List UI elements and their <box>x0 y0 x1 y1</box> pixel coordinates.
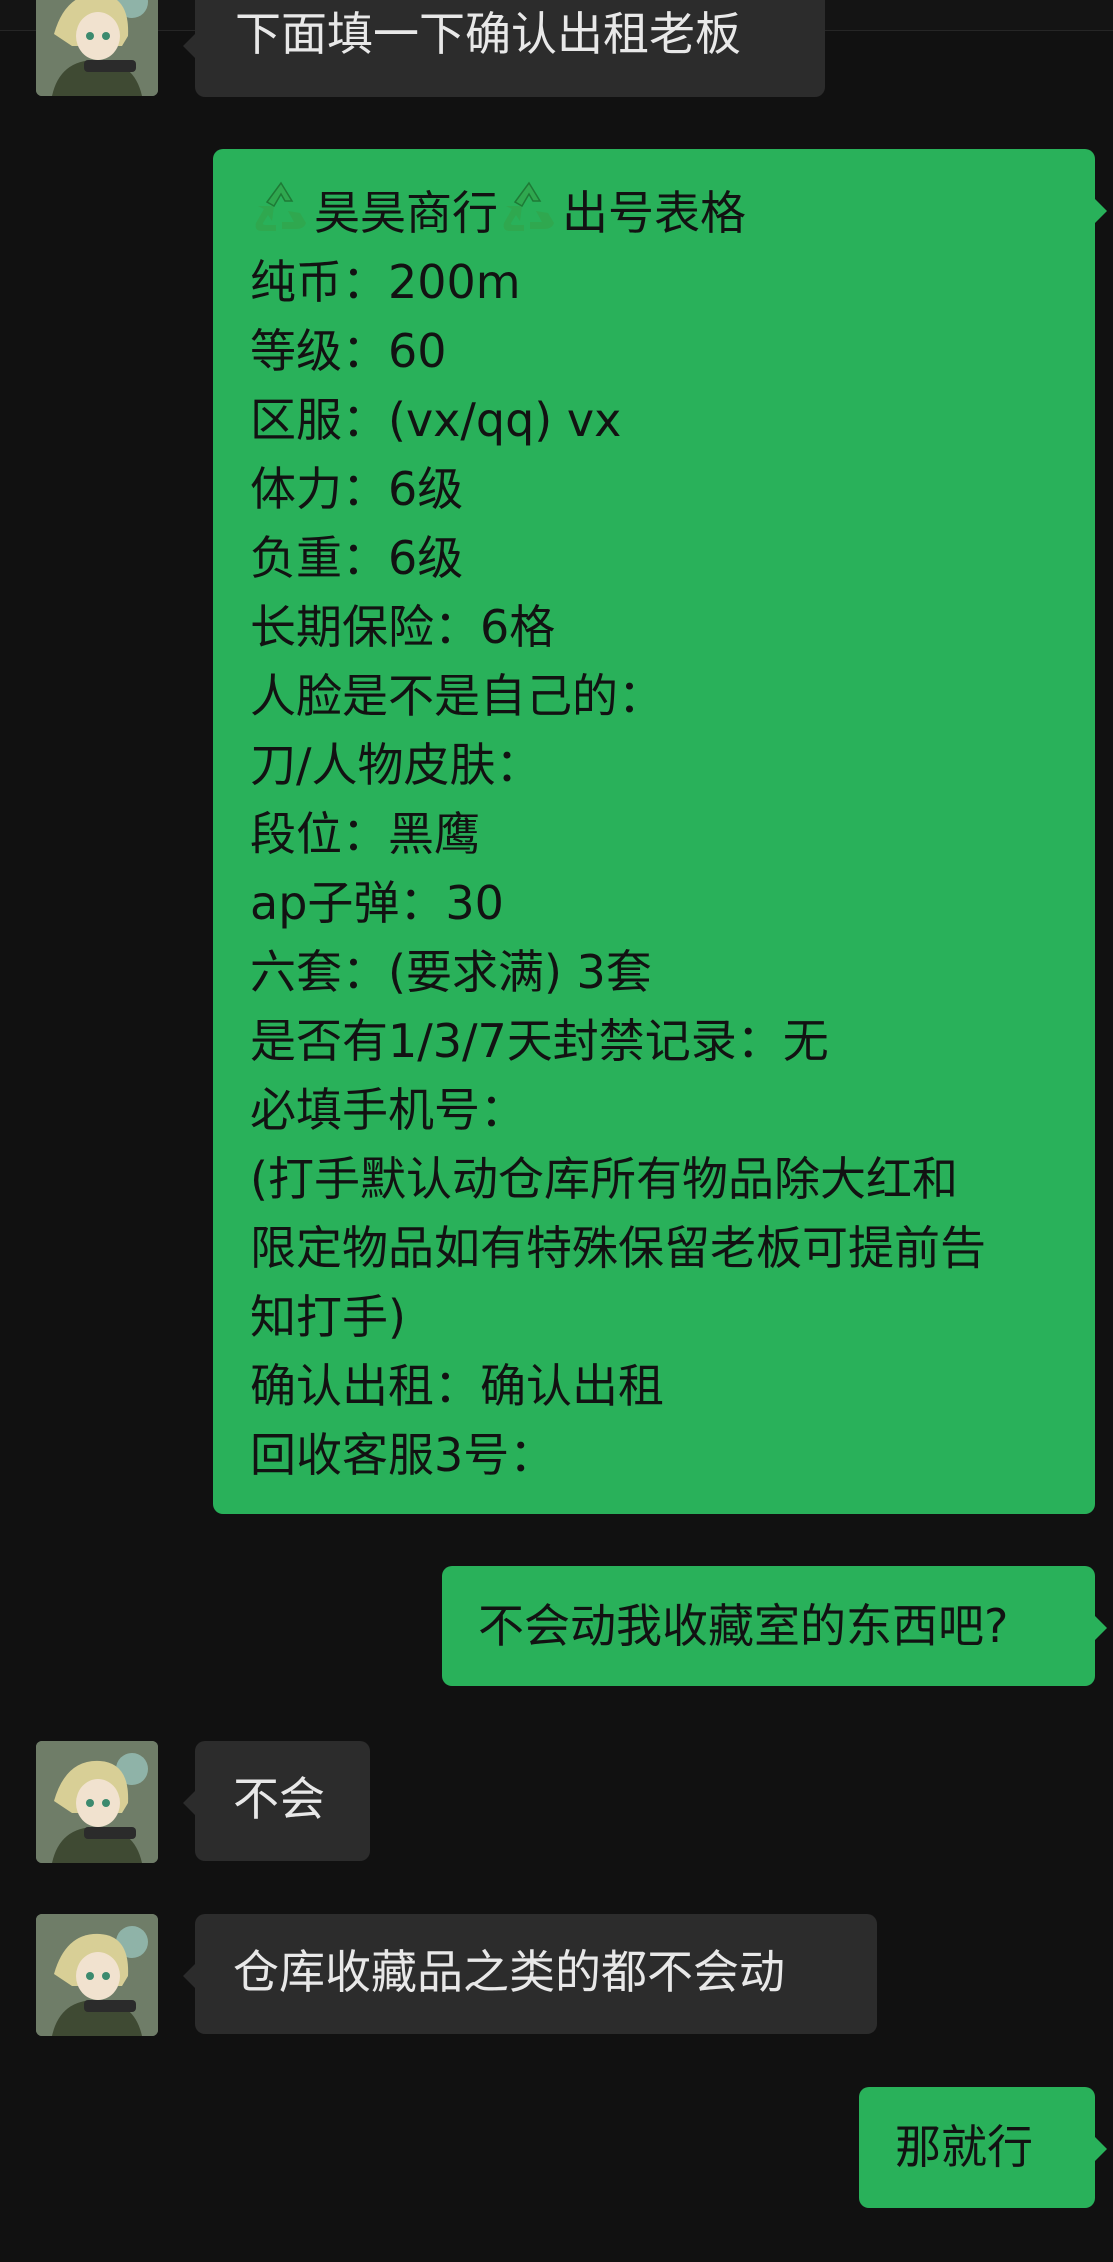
recycle-emoji-icon <box>255 181 306 231</box>
form-title-line: 昊昊商行 出号表格 <box>250 179 1095 248</box>
contact-avatar[interactable] <box>36 1741 158 1863</box>
form-line: 区服：(vx/qq) vx <box>250 393 622 447</box>
form-line: ap子弹：30 <box>250 876 504 930</box>
message-bubble-incoming[interactable]: 下面填一下确认出租老板 <box>183 0 825 97</box>
form-line: 是否有1/3/7天封禁记录：无 <box>250 1014 829 1068</box>
form-line: (打手默认动仓库所有物品除大红和 <box>250 1152 958 1206</box>
message-bubble-outgoing-form[interactable]: 昊昊商行 出号表格 纯币：200m 等级：60 区服：(vx/qq) vx 体力… <box>213 149 1107 1514</box>
form-line: 负重：6级 <box>250 531 464 585</box>
form-line: 刀/人物皮肤： <box>250 738 542 792</box>
form-line: 回收客服3号： <box>250 1428 556 1482</box>
form-title-part2: 出号表格 <box>562 186 746 240</box>
message-bubble-incoming[interactable]: 不会 <box>183 1741 370 1861</box>
form-line: 体力：6级 <box>250 462 464 516</box>
form-line: 确认出租：确认出租 <box>250 1359 664 1413</box>
message-text: 不会动我收藏室的东西吧? <box>478 1599 1009 1653</box>
form-line: 人脸是不是自己的： <box>250 669 664 723</box>
form-line: 限定物品如有特殊保留老板可提前告 <box>250 1221 986 1275</box>
form-line: 六套：(要求满) 3套 <box>250 945 652 999</box>
message-text: 仓库收藏品之类的都不会动 <box>233 1945 785 1999</box>
form-line: 知打手) <box>250 1290 406 1344</box>
message-text: 不会 <box>233 1772 325 1826</box>
message-text: 下面填一下确认出租老板 <box>235 7 741 61</box>
message-bubble-outgoing[interactable]: 不会动我收藏室的东西吧? <box>442 1566 1107 1686</box>
contact-avatar[interactable] <box>36 1914 158 2036</box>
message-bubble-incoming[interactable]: 仓库收藏品之类的都不会动 <box>183 1914 877 2034</box>
form-line: 长期保险：6格 <box>250 600 556 654</box>
recycle-emoji-icon <box>503 181 554 231</box>
form-title-part1: 昊昊商行 <box>314 186 498 240</box>
contact-avatar[interactable] <box>36 0 158 96</box>
form-line: 纯币：200m <box>250 255 521 309</box>
form-line: 段位：黑鹰 <box>250 807 480 861</box>
form-line: 必填手机号： <box>250 1083 526 1137</box>
message-text: 那就行 <box>895 2120 1033 2174</box>
form-line: 等级：60 <box>250 324 447 378</box>
message-bubble-outgoing[interactable]: 那就行 <box>859 2087 1107 2208</box>
